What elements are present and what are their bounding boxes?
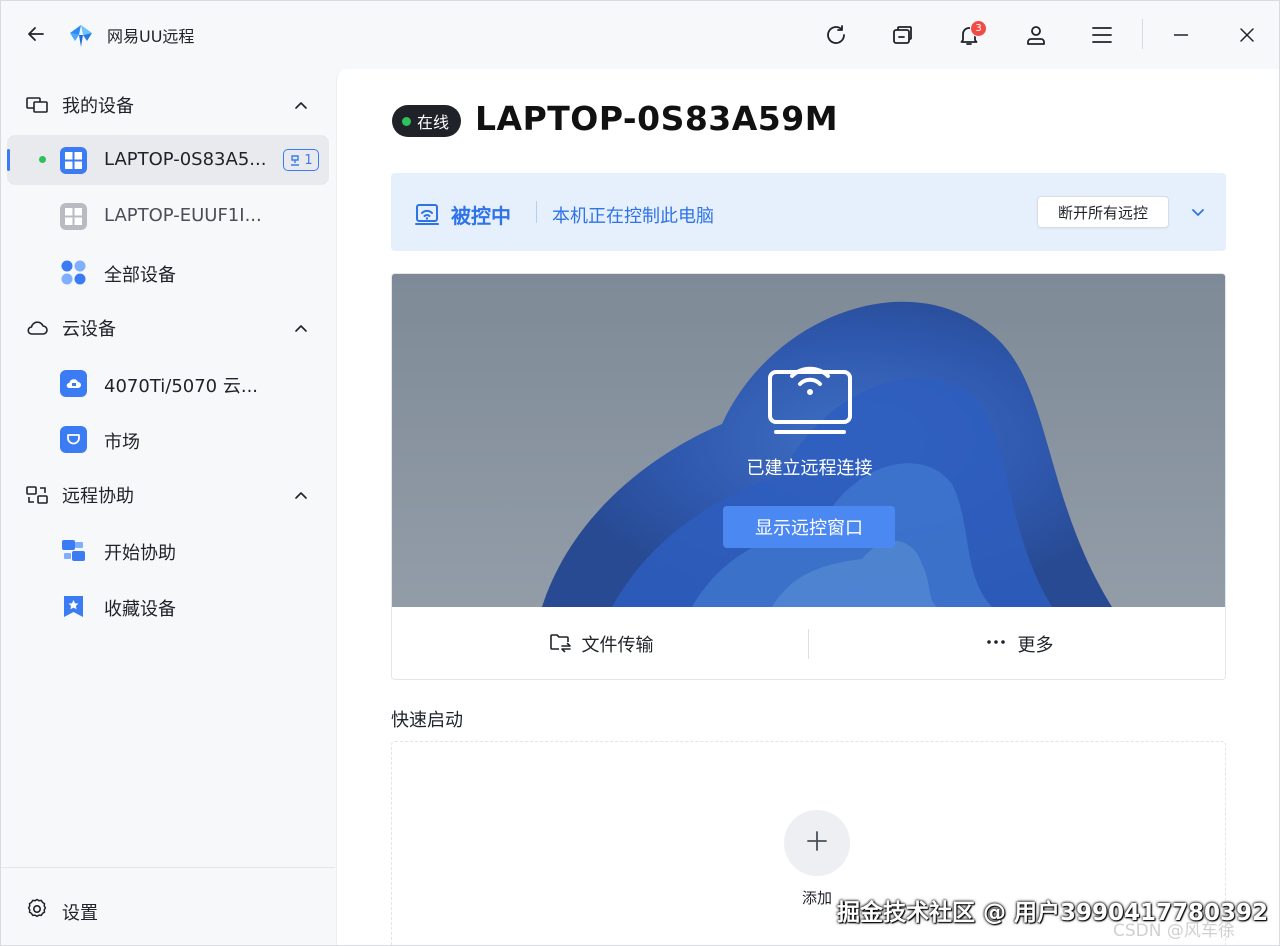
banner-description: 本机正在控制此电脑	[552, 206, 714, 227]
file-transfer-label: 文件传输	[581, 635, 654, 656]
settings-label: 设置	[62, 903, 98, 924]
more-dots-icon	[984, 630, 1008, 659]
item-label: 开始协助	[104, 543, 176, 564]
chevron-up-icon[interactable]	[291, 318, 311, 338]
active-indicator	[7, 149, 10, 171]
banner-divider	[536, 201, 537, 223]
add-button[interactable]	[784, 810, 850, 876]
online-dot	[39, 156, 46, 163]
menu-icon[interactable]	[1086, 19, 1118, 51]
app-logo-icon	[67, 21, 95, 49]
item-label: 4070Ti/5070 云...	[104, 376, 259, 397]
chevron-up-icon[interactable]	[291, 95, 311, 115]
connection-count: 1	[304, 152, 313, 168]
sidebar-divider	[1, 867, 335, 868]
remote-assist-icon	[25, 483, 49, 507]
sidebar-item-laptop-0s83a5[interactable]: LAPTOP-0S83A5... 1	[7, 135, 329, 185]
bookmark-star-icon	[60, 593, 87, 620]
show-remote-window-button[interactable]: 显示远控窗口	[723, 506, 895, 548]
group-label: 云设备	[62, 319, 116, 340]
watermark-secondary: CSDN @风车徐	[1113, 921, 1235, 941]
notification-badge: 3	[970, 20, 987, 37]
action-divider	[808, 629, 809, 659]
device-label: LAPTOP-0S83A5...	[104, 149, 267, 170]
sidebar-item-cloud-pc[interactable]: 4070Ti/5070 云...	[7, 358, 329, 408]
close-icon[interactable]	[1231, 19, 1263, 51]
chevron-down-icon[interactable]	[1187, 201, 1209, 223]
sidebar: 我的设备 LAPTOP-0S83A5... 1 LAPTOP-EUUF1I...	[1, 69, 335, 945]
online-status-badge: 在线	[392, 105, 462, 137]
file-transfer-button[interactable]: 文件传输	[392, 607, 809, 679]
group-cloud-devices[interactable]: 云设备	[1, 306, 335, 350]
all-devices-icon	[60, 259, 87, 286]
plus-icon	[806, 830, 828, 856]
connection-count-badge: 1	[283, 149, 319, 171]
app-window: 网易UU远程 3 我的设备 LAPTOP-0S83A5... 1 LAPTOP-…	[0, 0, 1280, 946]
device-title: LAPTOP-0S83A59M	[475, 99, 839, 138]
item-label: 市场	[104, 432, 140, 453]
sidebar-item-laptop-euuf1i[interactable]: LAPTOP-EUUF1I...	[7, 191, 329, 241]
user-icon[interactable]	[1020, 19, 1052, 51]
sidebar-item-all-devices[interactable]: 全部设备	[7, 247, 329, 297]
group-my-devices[interactable]: 我的设备	[1, 83, 335, 127]
windows-icon	[60, 203, 87, 230]
item-label: 全部设备	[104, 265, 176, 286]
remote-preview-card: 已建立远程连接 显示远控窗口 文件传输 更多	[391, 273, 1226, 680]
more-label: 更多	[1017, 635, 1054, 656]
link-icon	[291, 154, 300, 166]
desktop-wallpaper: 已建立远程连接 显示远控窗口	[392, 274, 1225, 607]
sidebar-item-start-assist[interactable]: 开始协助	[7, 525, 329, 575]
connected-status-text: 已建立远程连接	[746, 458, 873, 479]
quick-launch-title: 快速启动	[391, 710, 463, 731]
online-dot	[402, 116, 411, 126]
folder-transfer-icon	[548, 630, 572, 659]
window-switch-icon[interactable]	[887, 19, 919, 51]
group-remote-assist[interactable]: 远程协助	[1, 473, 335, 517]
refresh-icon[interactable]	[820, 19, 852, 51]
titlebar-divider	[1142, 19, 1143, 49]
start-assist-icon	[60, 537, 87, 564]
more-button[interactable]: 更多	[810, 607, 1225, 679]
status-text: 在线	[417, 113, 450, 132]
cloud-pc-icon	[60, 370, 87, 397]
device-label: LAPTOP-EUUF1I...	[104, 205, 262, 226]
app-title: 网易UU远程	[107, 27, 195, 46]
sidebar-item-favorite-devices[interactable]: 收藏设备	[7, 581, 329, 631]
main-panel: 在线 LAPTOP-0S83A59M 被控中 本机正在控制此电脑 断开所有远控	[336, 69, 1279, 946]
gear-icon	[25, 897, 49, 921]
banner-title: 被控中	[451, 204, 511, 228]
group-label: 远程协助	[62, 486, 134, 507]
shopping-bag-icon	[60, 426, 87, 453]
devices-icon	[25, 93, 49, 117]
sidebar-item-market[interactable]: 市场	[7, 414, 329, 464]
cloud-icon	[25, 316, 49, 340]
disconnect-all-button[interactable]: 断开所有远控	[1037, 196, 1169, 228]
remote-control-icon	[413, 199, 441, 227]
windows-icon	[60, 147, 87, 174]
item-label: 收藏设备	[104, 599, 176, 620]
preview-action-bar: 文件传输 更多	[392, 607, 1225, 679]
chevron-up-icon[interactable]	[291, 485, 311, 505]
remote-connected-icon	[762, 342, 858, 438]
minimize-icon[interactable]	[1165, 19, 1197, 51]
group-label: 我的设备	[62, 96, 134, 117]
back-arrow-icon[interactable]	[23, 21, 49, 47]
controlled-banner: 被控中 本机正在控制此电脑 断开所有远控	[391, 173, 1226, 251]
title-bar: 网易UU远程 3	[1, 1, 1279, 69]
settings-button[interactable]: 设置	[1, 887, 335, 931]
